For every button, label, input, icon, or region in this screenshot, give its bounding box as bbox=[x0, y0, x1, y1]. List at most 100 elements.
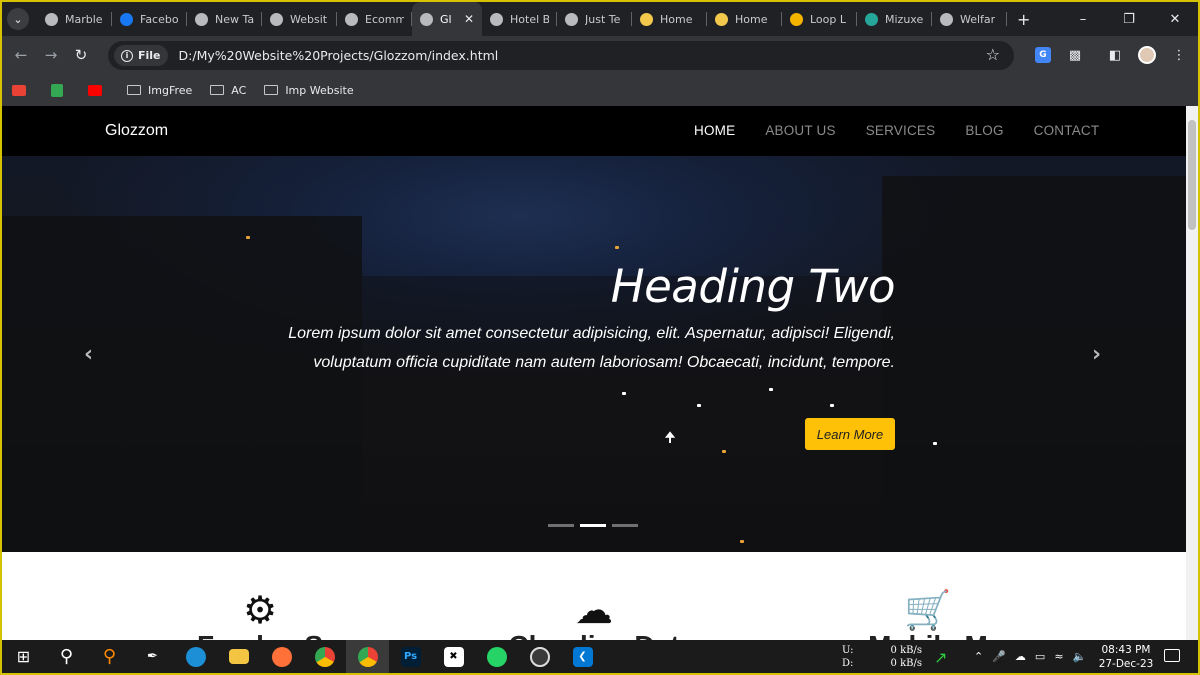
reload-button[interactable]: ↻ bbox=[66, 46, 96, 64]
carousel-indicator-1[interactable] bbox=[548, 524, 574, 527]
taskbar-app-chrome-active[interactable] bbox=[346, 640, 389, 673]
forward-button[interactable]: → bbox=[36, 46, 66, 64]
upload-label: U: bbox=[842, 645, 854, 656]
taskbar-app-search-tool[interactable]: ⚲ bbox=[88, 640, 131, 673]
bookmarks-bar: ImgFree AC Imp Website bbox=[2, 74, 1198, 106]
new-tab-button[interactable]: + bbox=[1017, 10, 1030, 29]
nav-home[interactable]: HOME bbox=[694, 123, 735, 138]
folder-icon bbox=[264, 85, 279, 95]
gmail-bookmark[interactable] bbox=[12, 84, 33, 96]
minimize-button[interactable]: – bbox=[1060, 2, 1106, 36]
back-button[interactable]: ← bbox=[6, 46, 36, 64]
address-bar[interactable]: i File D:/My%20Website%20Projects/Glozzo… bbox=[108, 41, 1014, 70]
microphone-icon[interactable]: 🎤 bbox=[992, 650, 1006, 663]
browser-tab[interactable]: Home bbox=[632, 2, 707, 36]
bookmark-folder-ac[interactable]: AC bbox=[210, 84, 246, 97]
taskbar-app-explorer[interactable] bbox=[217, 640, 260, 673]
bookmark-star-icon[interactable]: ☆ bbox=[986, 45, 1000, 64]
url-text[interactable]: D:/My%20Website%20Projects/Glozzom/index… bbox=[179, 48, 499, 63]
wifi-icon[interactable]: ≈ bbox=[1054, 650, 1063, 663]
taskbar-search[interactable]: ⚲ bbox=[45, 640, 88, 673]
tab-favicon-icon bbox=[640, 12, 653, 26]
tab-close-icon[interactable]: ✕ bbox=[464, 12, 474, 26]
browser-tab[interactable]: Websit bbox=[262, 2, 337, 36]
taskbar-app-photoshop[interactable]: Ps bbox=[389, 640, 432, 673]
extensions-icon[interactable]: ▩ bbox=[1059, 48, 1091, 63]
network-graph-icon[interactable]: ↗ bbox=[934, 648, 947, 667]
taskbar-app-whatsapp[interactable] bbox=[475, 640, 518, 673]
nav-about-us[interactable]: ABOUT US bbox=[765, 123, 835, 138]
menu-kebab-icon[interactable]: ⋮ bbox=[1163, 48, 1195, 63]
battery-icon[interactable]: ▭ bbox=[1035, 650, 1045, 663]
taskbar-app-capcut[interactable]: ✖ bbox=[432, 640, 475, 673]
city-light bbox=[830, 404, 834, 407]
city-light bbox=[622, 392, 626, 395]
carousel-indicator-2[interactable] bbox=[580, 524, 606, 527]
tab-title: Just Te bbox=[585, 12, 621, 26]
tab-list: Marble Facebo New Ta Websit Ecomm Gl ✕ Hotel B J… bbox=[37, 2, 1007, 36]
browser-tab[interactable]: Mizuxe bbox=[857, 2, 932, 36]
taskbar-app-edge[interactable] bbox=[174, 640, 217, 673]
cloud-icon: ☁ bbox=[575, 588, 613, 632]
volume-icon[interactable]: 🔈 bbox=[1073, 650, 1087, 663]
city-light bbox=[933, 442, 937, 445]
page-scrollbar[interactable] bbox=[1186, 106, 1198, 640]
eyedropper-icon: ✒ bbox=[147, 649, 158, 664]
tab-search-button[interactable]: ⌄ bbox=[7, 8, 29, 30]
youtube-bookmark[interactable] bbox=[88, 84, 109, 96]
taskbar-app-chrome[interactable] bbox=[303, 640, 346, 673]
folder-icon bbox=[127, 85, 141, 95]
onedrive-cloud-icon[interactable]: ☁ bbox=[1015, 650, 1026, 663]
browser-tab[interactable]: New Ta bbox=[187, 2, 262, 36]
profile-avatar[interactable] bbox=[1131, 46, 1163, 64]
nav-contact[interactable]: CONTACT bbox=[1034, 123, 1100, 138]
browser-tab[interactable]: Facebo bbox=[112, 2, 187, 36]
taskbar-app-firefox[interactable] bbox=[260, 640, 303, 673]
side-panel-icon[interactable]: ◧ bbox=[1099, 48, 1131, 63]
notification-center-icon[interactable] bbox=[1164, 649, 1180, 662]
show-hidden-icons-chevron-icon[interactable]: ⌃ bbox=[974, 650, 983, 663]
taskbar-clock[interactable]: 08:43 PM 27-Dec-23 bbox=[1098, 643, 1154, 671]
tab-favicon-icon bbox=[270, 12, 283, 26]
bookmark-folder-imgfree[interactable]: ImgFree bbox=[127, 84, 192, 97]
site-brand[interactable]: Glozzom bbox=[105, 122, 168, 140]
taskbar-app-obs[interactable] bbox=[518, 640, 561, 673]
nav-blog[interactable]: BLOG bbox=[965, 123, 1003, 138]
browser-tab[interactable]: Just Te bbox=[557, 2, 632, 36]
bookmark-folder-imp-website[interactable]: Imp Website bbox=[264, 84, 354, 97]
carousel-prev-chevron-icon[interactable]: ‹ bbox=[84, 342, 93, 367]
site-info-chip[interactable]: i File bbox=[114, 45, 168, 66]
nav-services[interactable]: SERVICES bbox=[866, 123, 936, 138]
carousel-next-chevron-icon[interactable]: › bbox=[1092, 342, 1101, 367]
start-button[interactable]: ⊞ bbox=[2, 640, 45, 673]
taskbar-app-picker[interactable]: ✒ bbox=[131, 640, 174, 673]
youtube-icon bbox=[88, 84, 102, 96]
windows-logo-icon: ⊞ bbox=[16, 647, 31, 666]
web-page: Glozzom HOME ABOUT US SERVICES BLOG CONT… bbox=[2, 106, 1198, 640]
window-controls: – ❐ ✕ bbox=[1060, 2, 1198, 36]
tab-title: Loop L bbox=[810, 12, 847, 26]
google-translate-icon[interactable]: G bbox=[1027, 47, 1059, 63]
learn-more-button[interactable]: Learn More bbox=[805, 418, 895, 450]
browser-tab[interactable]: Loop L bbox=[782, 2, 857, 36]
download-label: D: bbox=[842, 658, 854, 669]
scroll-to-top-arrow-icon[interactable]: 🠉 bbox=[657, 428, 683, 450]
carousel-indicator-3[interactable] bbox=[612, 524, 638, 527]
feature-card: 🛒 Mobile M bbox=[828, 590, 1028, 640]
chevron-down-icon: ⌄ bbox=[13, 12, 23, 26]
city-light bbox=[697, 404, 701, 407]
restore-button[interactable]: ❐ bbox=[1106, 2, 1152, 36]
taskbar-app-vscode[interactable]: ❮ bbox=[561, 640, 604, 673]
browser-tab[interactable]: Welfar bbox=[932, 2, 1007, 36]
browser-tab[interactable]: Ecomm bbox=[337, 2, 412, 36]
hero-text: Lorem ipsum dolor sit amet consectetur a… bbox=[288, 325, 895, 371]
browser-tab[interactable]: Home bbox=[707, 2, 782, 36]
feature-title: Freelan S bbox=[160, 630, 360, 640]
browser-tab[interactable]: Gl ✕ bbox=[412, 2, 482, 36]
maps-bookmark[interactable] bbox=[51, 83, 70, 97]
cart-plus-icon: 🛒 bbox=[904, 588, 952, 632]
scrollbar-thumb[interactable] bbox=[1188, 120, 1196, 230]
browser-tab[interactable]: Hotel B bbox=[482, 2, 557, 36]
browser-tab[interactable]: Marble bbox=[37, 2, 112, 36]
close-window-button[interactable]: ✕ bbox=[1152, 2, 1198, 36]
